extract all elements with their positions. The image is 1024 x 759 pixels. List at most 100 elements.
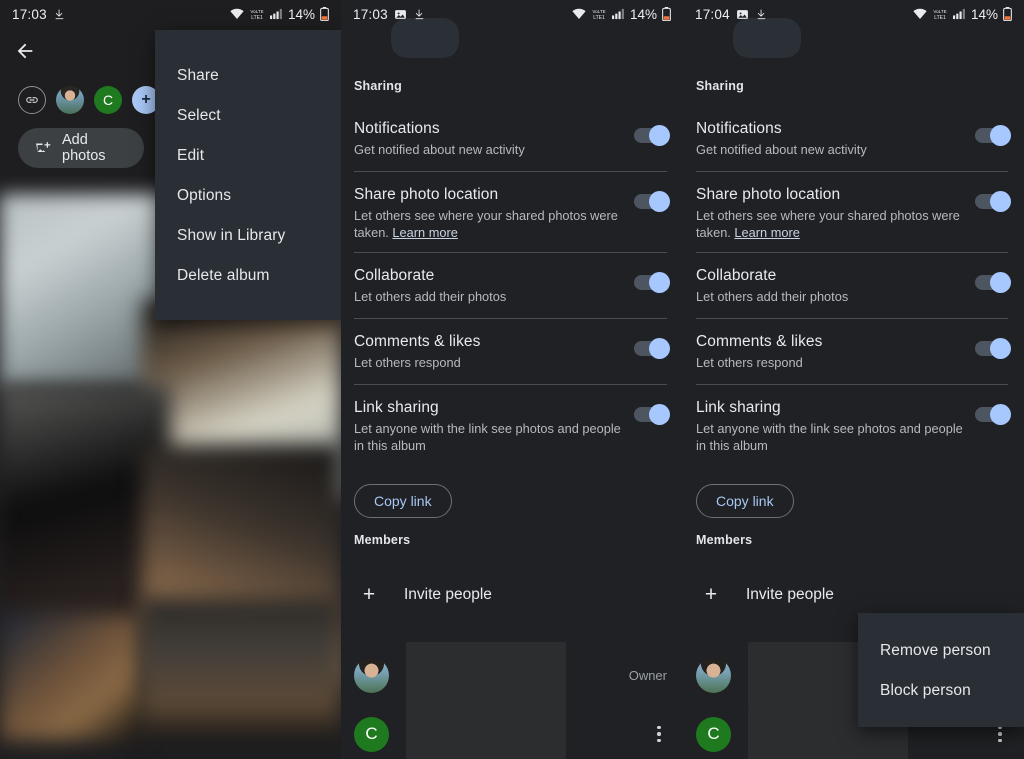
member-row-c[interactable]: C bbox=[341, 708, 683, 759]
add-photos-button[interactable]: Add photos bbox=[18, 128, 144, 168]
toggle-notifications[interactable] bbox=[634, 124, 670, 146]
setting-text: Share photo location Let others see wher… bbox=[354, 186, 634, 241]
status-bar-left: 17:03 VoLTE LTE1 14% bbox=[0, 0, 341, 28]
setting-row-link-sharing[interactable]: Link sharing Let anyone with the link se… bbox=[341, 399, 683, 454]
setting-title: Link sharing bbox=[696, 399, 781, 416]
wifi-icon bbox=[230, 8, 244, 20]
svg-text:LTE1: LTE1 bbox=[593, 15, 605, 21]
photo-thumbnail[interactable] bbox=[140, 598, 341, 740]
setting-row-notifications[interactable]: Notifications Get notified about new act… bbox=[341, 120, 683, 158]
svg-text:VoLTE: VoLTE bbox=[250, 9, 263, 14]
toggle-collaborate[interactable] bbox=[975, 271, 1011, 293]
member-overflow-button[interactable] bbox=[992, 725, 1008, 743]
divider bbox=[696, 252, 1008, 253]
add-photos-label: Add photos bbox=[62, 132, 106, 164]
setting-title: Collaborate bbox=[696, 267, 777, 284]
menu-item-delete-album[interactable]: Delete album bbox=[155, 256, 341, 296]
status-bar-right-group: VoLTE LTE1 14% bbox=[913, 7, 1012, 22]
invite-people-label: Invite people bbox=[404, 586, 492, 603]
invite-people-label: Invite people bbox=[746, 586, 834, 603]
setting-text: Comments & likes Let others respond bbox=[696, 333, 975, 371]
status-time: 17:04 bbox=[695, 6, 730, 22]
setting-subtitle: Let others see where your shared photos … bbox=[696, 207, 965, 241]
svg-text:VoLTE: VoLTE bbox=[592, 9, 605, 14]
setting-row-collaborate[interactable]: Collaborate Let others add their photos bbox=[341, 267, 683, 305]
toggle-comments-likes[interactable] bbox=[634, 337, 670, 359]
volte-icon: VoLTE LTE1 bbox=[932, 8, 948, 21]
member-role-owner: Owner bbox=[628, 667, 667, 683]
setting-title: Share photo location bbox=[354, 186, 499, 203]
avatar-owner[interactable] bbox=[56, 86, 84, 114]
setting-row-comments-likes[interactable]: Comments & likes Let others respond bbox=[341, 333, 683, 371]
battery-percent: 14% bbox=[970, 6, 998, 22]
setting-subtitle: Get notified about new activity bbox=[696, 142, 867, 157]
volte-icon: VoLTE LTE1 bbox=[591, 8, 607, 21]
panel-sharing-options-with-person-menu: 17:04 VoLTE LTE1 14% Sharing Notificatio… bbox=[683, 0, 1024, 759]
status-bar-right-group: VoLTE LTE1 14% bbox=[230, 7, 329, 22]
battery-percent: 14% bbox=[629, 6, 657, 22]
photo-thumbnail[interactable] bbox=[0, 614, 143, 740]
learn-more-link[interactable]: Learn more bbox=[734, 225, 799, 240]
setting-subtitle: Let others add their photos bbox=[354, 289, 507, 304]
battery-icon bbox=[662, 7, 671, 22]
setting-row-notifications[interactable]: Notifications Get notified about new act… bbox=[683, 120, 1024, 158]
wifi-icon bbox=[913, 8, 927, 20]
setting-title: Link sharing bbox=[354, 399, 439, 416]
toggle-link-sharing[interactable] bbox=[975, 403, 1011, 425]
setting-row-share-photo-location[interactable]: Share photo location Let others see wher… bbox=[683, 186, 1024, 241]
setting-subtitle: Let others respond bbox=[354, 355, 461, 370]
setting-title: Comments & likes bbox=[696, 333, 823, 350]
photos-notification-icon bbox=[394, 8, 407, 21]
menu-item-select[interactable]: Select bbox=[155, 96, 341, 136]
section-label-sharing: Sharing bbox=[354, 79, 402, 93]
status-bar-right: 17:04 VoLTE LTE1 14% bbox=[683, 0, 1024, 28]
menu-item-options[interactable]: Options bbox=[155, 176, 341, 216]
menu-item-block-person[interactable]: Block person bbox=[858, 671, 1024, 711]
status-bar-right-group: VoLTE LTE1 14% bbox=[572, 7, 671, 22]
setting-subtitle: Let others add their photos bbox=[696, 289, 849, 304]
setting-row-share-photo-location[interactable]: Share photo location Let others see wher… bbox=[341, 186, 683, 241]
setting-row-comments-likes[interactable]: Comments & likes Let others respond bbox=[683, 333, 1024, 371]
setting-text: Collaborate Let others add their photos bbox=[696, 267, 975, 305]
setting-title: Collaborate bbox=[354, 267, 435, 284]
member-overflow-button[interactable] bbox=[651, 725, 667, 743]
toggle-comments-likes[interactable] bbox=[975, 337, 1011, 359]
setting-text: Collaborate Let others add their photos bbox=[354, 267, 634, 305]
avatar: C bbox=[696, 716, 731, 752]
menu-item-remove-person[interactable]: Remove person bbox=[858, 631, 1024, 671]
toggle-share-photo-location[interactable] bbox=[975, 190, 1011, 212]
battery-percent: 14% bbox=[287, 6, 315, 22]
section-label-members: Members bbox=[354, 533, 411, 547]
menu-item-share[interactable]: Share bbox=[155, 56, 341, 96]
status-bar-left-group: 17:03 bbox=[12, 7, 66, 22]
menu-item-show-in-library[interactable]: Show in Library bbox=[155, 216, 341, 256]
signal-bars-icon bbox=[269, 8, 283, 20]
setting-title: Notifications bbox=[354, 120, 440, 137]
menu-item-edit[interactable]: Edit bbox=[155, 136, 341, 176]
toggle-link-sharing[interactable] bbox=[634, 403, 670, 425]
setting-text: Notifications Get notified about new act… bbox=[696, 120, 975, 158]
member-name-masked bbox=[406, 642, 566, 708]
toggle-collaborate[interactable] bbox=[634, 271, 670, 293]
copy-link-button[interactable]: Copy link bbox=[354, 484, 452, 518]
member-row-owner[interactable]: Owner bbox=[341, 642, 683, 708]
status-time: 17:03 bbox=[353, 6, 388, 22]
divider bbox=[696, 318, 1008, 319]
learn-more-link[interactable]: Learn more bbox=[392, 225, 457, 240]
album-overflow-menu: Share Select Edit Options Show in Librar… bbox=[155, 30, 341, 320]
divider bbox=[354, 171, 667, 172]
arrow-back-icon[interactable] bbox=[14, 40, 36, 62]
invite-people-row[interactable]: + Invite people bbox=[683, 580, 1024, 610]
setting-row-collaborate[interactable]: Collaborate Let others add their photos bbox=[683, 267, 1024, 305]
section-label-sharing: Sharing bbox=[696, 79, 744, 93]
status-time: 17:03 bbox=[12, 6, 47, 22]
setting-row-link-sharing[interactable]: Link sharing Let anyone with the link se… bbox=[683, 399, 1024, 454]
svg-text:LTE1: LTE1 bbox=[251, 15, 263, 21]
toggle-notifications[interactable] bbox=[975, 124, 1011, 146]
avatar-member-c[interactable]: C bbox=[94, 86, 122, 114]
copy-link-button[interactable]: Copy link bbox=[696, 484, 794, 518]
toggle-share-photo-location[interactable] bbox=[634, 190, 670, 212]
link-chip[interactable] bbox=[18, 86, 46, 114]
volte-icon: VoLTE LTE1 bbox=[249, 8, 265, 21]
invite-people-row[interactable]: + Invite people bbox=[341, 580, 683, 610]
